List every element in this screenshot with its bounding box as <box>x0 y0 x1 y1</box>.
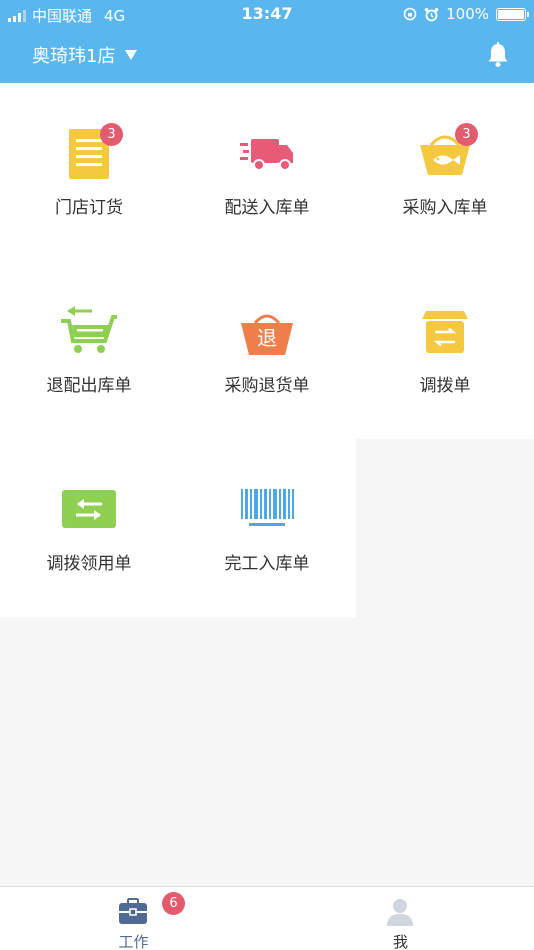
store-name: 奥琦玮1店 <box>32 46 116 67</box>
grid-item-transfer[interactable]: 调拨单 <box>356 261 534 439</box>
grid-item-label: 门店订货 <box>55 198 123 218</box>
store-selector[interactable]: 奥琦玮1店 <box>32 42 138 68</box>
delivery-truck-icon <box>240 139 293 171</box>
bell-icon[interactable] <box>486 42 510 68</box>
briefcase-icon <box>119 898 147 924</box>
grid-item-completion-receipt[interactable]: 完工入库单 <box>178 439 356 617</box>
tab-label: 工作 <box>118 933 149 950</box>
battery-icon <box>496 7 529 21</box>
purchase-badge: 3 <box>455 123 478 146</box>
transfer-box-icon <box>422 311 468 353</box>
battery-label: 100% <box>446 5 489 23</box>
grid-item-purchase-receipt[interactable]: 3 采购入库单 <box>356 83 534 261</box>
grid-item-return-delivery[interactable]: 退配出库单 <box>0 261 178 439</box>
return-glyph: 退 <box>257 326 277 350</box>
status-bar: 中国联通 4G 13:47 100% <box>0 0 534 28</box>
grid-item-delivery-receipt[interactable]: 配送入库单 <box>178 83 356 261</box>
user-avatar-icon <box>387 899 413 926</box>
grid-item-label: 采购入库单 <box>402 198 488 218</box>
grid-item-store-order[interactable]: 3 门店订货 <box>0 83 178 261</box>
return-basket-icon: 退 <box>241 314 293 355</box>
grid-item-label: 采购退货单 <box>224 376 310 396</box>
grid-item-label: 退配出库单 <box>46 376 132 396</box>
tab-label: 我 <box>392 933 408 950</box>
grid-item-transfer-requisition[interactable]: 调拨领用单 <box>0 439 178 617</box>
order-badge: 3 <box>100 123 123 146</box>
work-badge: 6 <box>162 892 185 915</box>
tab-bar: 6 工作 我 <box>0 886 534 950</box>
return-cart-icon <box>61 306 117 353</box>
rotation-lock-icon <box>403 7 417 21</box>
tab-me[interactable]: 我 <box>267 887 534 950</box>
alarm-icon <box>424 7 439 21</box>
barcode-icon <box>241 489 294 526</box>
transfer-arrows-icon <box>62 490 116 528</box>
grid-item-label: 调拨领用单 <box>46 554 132 574</box>
grid-item-label: 调拨单 <box>419 376 471 396</box>
grid-item-purchase-return[interactable]: 退 采购退货单 <box>178 261 356 439</box>
grid-item-label: 配送入库单 <box>224 198 310 218</box>
tab-work[interactable]: 6 工作 <box>0 887 267 950</box>
caret-down-icon <box>125 50 138 60</box>
app-header: 中国联通 4G 13:47 100% 奥琦玮1店 <box>0 0 534 83</box>
grid-item-label: 完工入库单 <box>224 554 310 574</box>
